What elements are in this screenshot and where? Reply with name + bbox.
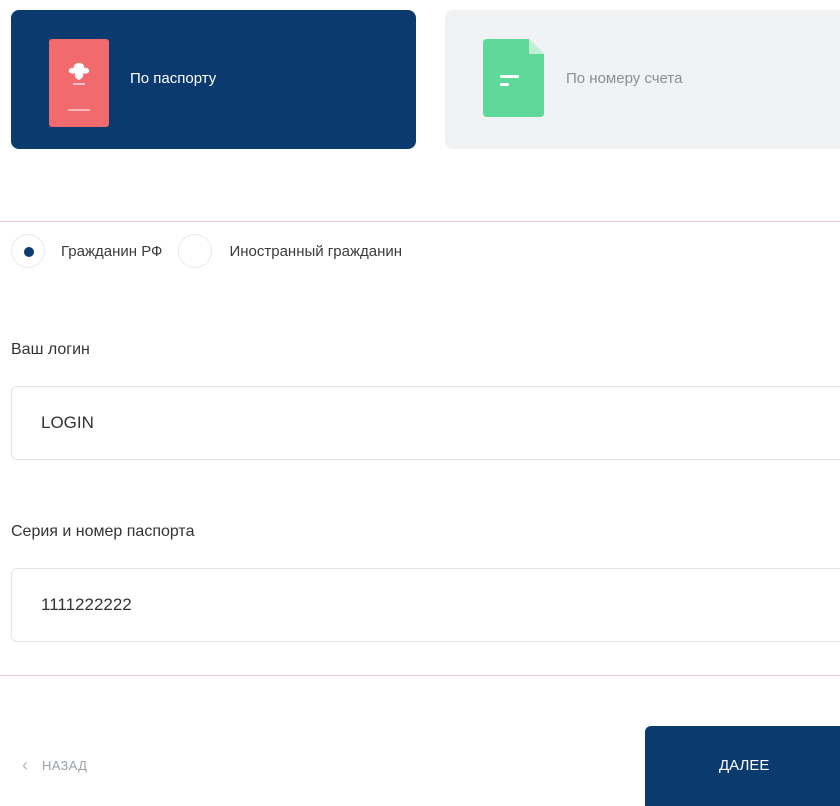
login-field-label: Ваш логин — [11, 341, 90, 358]
radio-russian-citizen[interactable] — [11, 234, 45, 268]
tab-account-number-label: По номеру счета — [566, 70, 683, 87]
tab-passport[interactable]: По паспорту — [11, 10, 416, 149]
back-button[interactable]: ‹ НАЗАД — [22, 756, 87, 774]
citizenship-radio-group: Гражданин РФ Иностранный гражданин — [11, 234, 402, 268]
document-icon — [483, 39, 544, 117]
passport-emblem-icon — [49, 39, 109, 127]
tab-passport-label: По паспорту — [130, 70, 217, 87]
chevron-left-icon: ‹ — [22, 755, 28, 775]
tab-account-number[interactable]: По номеру счета — [445, 10, 840, 149]
radio-foreign-citizen-label[interactable]: Иностранный гражданин — [229, 243, 402, 260]
radio-foreign-citizen[interactable] — [178, 234, 213, 268]
login-form-panel: Гражданин РФ Иностранный гражданин Ваш л… — [0, 221, 840, 676]
back-button-label: НАЗАД — [42, 757, 88, 773]
passport-number-field-label: Серия и номер паспорта — [11, 523, 195, 540]
next-button[interactable]: ДАЛЕЕ — [645, 726, 840, 806]
radio-russian-citizen-label[interactable]: Гражданин РФ — [61, 243, 162, 260]
passport-number-input[interactable] — [11, 568, 840, 642]
login-input[interactable] — [11, 386, 840, 460]
